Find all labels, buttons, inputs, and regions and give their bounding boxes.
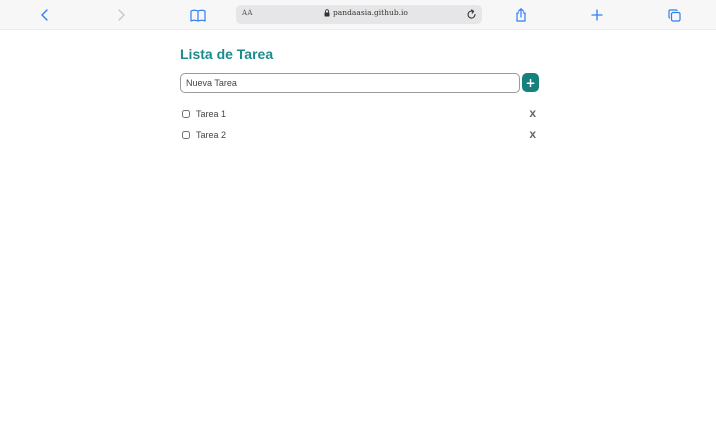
- address-bar[interactable]: AA pandaasia.github.io: [236, 5, 482, 24]
- task-list: Tarea 1 x Tarea 2 x: [180, 103, 540, 145]
- reload-button[interactable]: [464, 7, 478, 21]
- chevron-left-icon: [41, 9, 48, 21]
- back-button[interactable]: [34, 5, 56, 25]
- delete-task-button[interactable]: x: [529, 127, 536, 141]
- lock-icon: [324, 8, 330, 16]
- add-task-button[interactable]: +: [522, 73, 539, 92]
- new-task-row: +: [180, 73, 540, 93]
- text-size-button[interactable]: AA: [242, 9, 253, 17]
- tabs-overview-button[interactable]: [663, 5, 685, 25]
- todo-app: Lista de Tarea + Tarea 1 x Tarea 2 x: [180, 46, 540, 141]
- page-title: Lista de Tarea: [180, 46, 274, 62]
- browser-toolbar: AA pandaasia.github.io: [0, 0, 716, 30]
- task-checkbox[interactable]: [182, 130, 190, 139]
- bookmarks-button[interactable]: [187, 5, 209, 25]
- plus-icon: [591, 9, 603, 21]
- task-item: Tarea 1 x: [180, 103, 540, 124]
- url-text: pandaasia.github.io: [333, 8, 408, 17]
- share-icon: [516, 8, 526, 22]
- tabs-icon: [667, 8, 681, 22]
- delete-task-button[interactable]: x: [529, 106, 536, 120]
- forward-button[interactable]: [110, 5, 132, 25]
- new-task-input[interactable]: [180, 73, 520, 93]
- new-tab-button[interactable]: [586, 5, 608, 25]
- book-icon: [190, 9, 206, 22]
- chevron-right-icon: [118, 9, 125, 21]
- task-label: Tarea 2: [196, 129, 227, 140]
- reload-icon: [467, 8, 476, 19]
- task-item: Tarea 2 x: [180, 124, 540, 145]
- task-checkbox[interactable]: [182, 109, 190, 118]
- share-button[interactable]: [510, 5, 532, 25]
- task-label: Tarea 1: [196, 108, 227, 119]
- url-container: pandaasia.github.io: [324, 8, 408, 17]
